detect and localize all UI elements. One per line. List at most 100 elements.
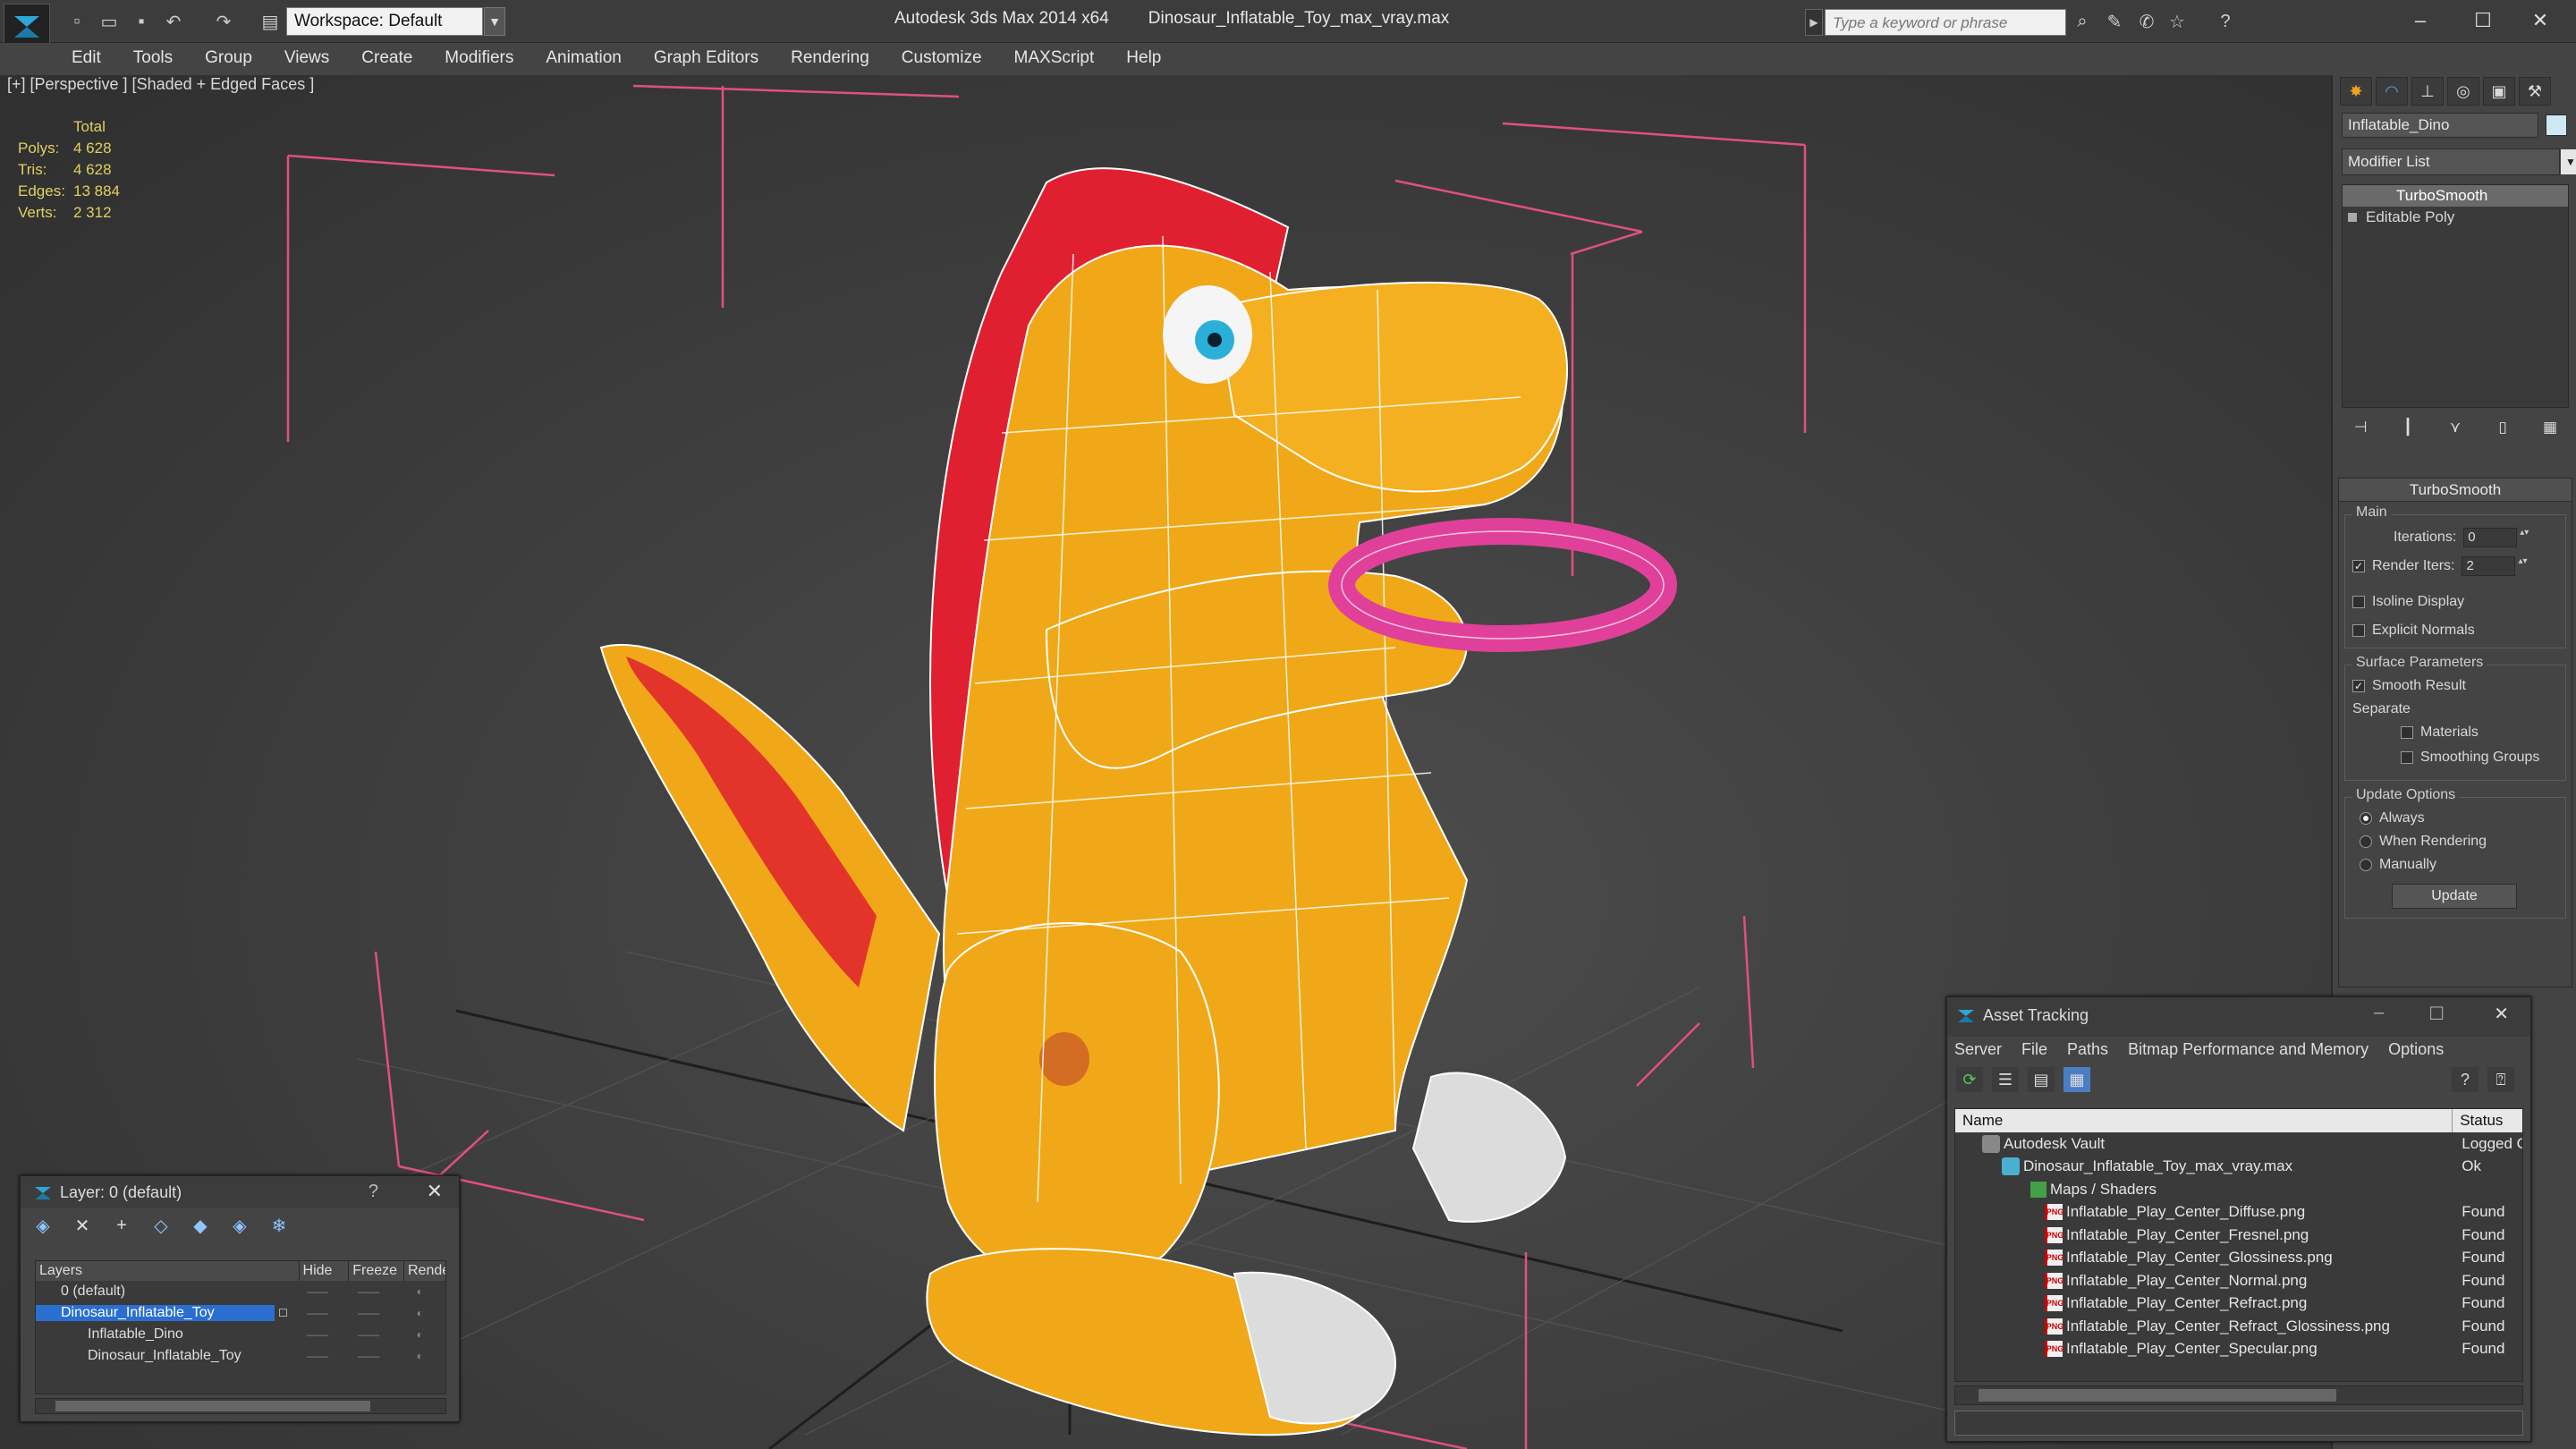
asset-row[interactable]: Autodesk Vault Logged O: [1955, 1132, 2522, 1156]
asset-menu-paths[interactable]: Paths: [2067, 1040, 2108, 1060]
asset-row[interactable]: Dinosaur_Inflatable_Toy_max_vray.max Ok: [1955, 1156, 2522, 1179]
asset-path-field[interactable]: [1954, 1411, 2523, 1436]
help-icon[interactable]: ?: [2452, 1067, 2479, 1092]
render-toggle-icon[interactable]: ◐: [394, 1307, 445, 1319]
menu-customize[interactable]: Customize: [886, 43, 998, 75]
pin-stack-icon[interactable]: ⊣: [2347, 415, 2374, 440]
asset-row[interactable]: PNG Inflatable_Play_Center_Refract.png Fo…: [1955, 1292, 2522, 1316]
layer-row[interactable]: 0 (default) —— —— ◐: [36, 1281, 445, 1302]
asset-row[interactable]: PNG Inflatable_Play_Center_Refract_Glossi…: [1955, 1315, 2522, 1338]
rollout-title[interactable]: TurboSmooth: [2339, 479, 2572, 502]
asset-menu-bitmap-performance[interactable]: Bitmap Performance and Memory: [2128, 1040, 2368, 1060]
chevron-down-icon[interactable]: ▼: [484, 7, 505, 36]
col-name[interactable]: Name: [1955, 1109, 2453, 1132]
asset-row[interactable]: PNG Inflatable_Play_Center_Glossiness.png…: [1955, 1247, 2522, 1270]
show-end-result-icon[interactable]: ┃: [2394, 415, 2421, 440]
materials-checkbox[interactable]: [2401, 726, 2413, 739]
remove-modifier-icon[interactable]: ▯: [2489, 415, 2516, 440]
asset-window-title-bar[interactable]: Asset Tracking – ☐ ✕: [1947, 997, 2530, 1037]
when-rendering-radio[interactable]: [2360, 835, 2372, 848]
chevron-down-icon[interactable]: ▼: [2561, 149, 2576, 174]
render-iters-checkbox[interactable]: ✓: [2352, 560, 2365, 572]
select-in-layer-icon[interactable]: ◇: [149, 1214, 173, 1237]
menu-views[interactable]: Views: [268, 43, 345, 75]
freeze-toggle[interactable]: ——: [343, 1328, 394, 1341]
object-name-input[interactable]: Inflatable_Dino: [2342, 113, 2538, 138]
menu-help[interactable]: Help: [1110, 43, 1177, 75]
modify-tab-icon[interactable]: ◠: [2376, 77, 2408, 106]
menu-maxscript[interactable]: MAXScript: [998, 43, 1111, 75]
workspace-dropdown[interactable]: Workspace: Default ▼: [286, 7, 505, 36]
render-toggle-icon[interactable]: ◐: [394, 1328, 445, 1341]
col-freeze[interactable]: Freeze: [349, 1261, 404, 1281]
close-icon[interactable]: ✕: [427, 1180, 443, 1203]
save-file-icon[interactable]: ▪: [129, 9, 154, 34]
list-view-icon[interactable]: ☰: [1992, 1067, 2019, 1092]
redo-icon[interactable]: ↷: [211, 9, 236, 34]
minimize-button[interactable]: –: [2394, 5, 2447, 36]
favorites-star-icon[interactable]: ☆: [2165, 9, 2190, 34]
render-toggle-icon[interactable]: ◐: [394, 1350, 445, 1362]
table-view-icon[interactable]: ▦: [2063, 1067, 2090, 1092]
col-layers[interactable]: Layers: [36, 1261, 300, 1281]
explicit-normals-checkbox[interactable]: [2352, 624, 2365, 637]
open-file-icon[interactable]: ▭: [97, 9, 122, 34]
undo-icon[interactable]: ↶: [161, 9, 186, 34]
asset-row[interactable]: PNG Inflatable_Play_Center_Diffuse.png Fo…: [1955, 1201, 2522, 1224]
col-render[interactable]: Rende: [404, 1261, 445, 1281]
search-expand-icon[interactable]: ▶: [1805, 9, 1823, 36]
configure-modifier-sets-icon[interactable]: ▦: [2537, 415, 2563, 440]
manually-radio[interactable]: [2360, 859, 2372, 871]
modifier-list-dropdown[interactable]: Modifier List ▼: [2342, 148, 2576, 175]
scrollbar-thumb[interactable]: [1979, 1389, 2336, 1402]
maximize-button[interactable]: ☐: [2456, 5, 2510, 36]
smooth-result-checkbox[interactable]: ✓: [2352, 680, 2365, 692]
binoculars-icon[interactable]: ⌕: [2070, 9, 2095, 34]
render-toggle-icon[interactable]: ◐: [394, 1285, 445, 1298]
close-button[interactable]: ✕: [2513, 5, 2567, 36]
search-input[interactable]: Type a keyword or phrase: [1825, 9, 2066, 36]
always-radio[interactable]: [2360, 812, 2372, 825]
hide-toggle[interactable]: ——: [292, 1328, 343, 1341]
help-icon[interactable]: ?: [369, 1182, 378, 1202]
delete-layer-icon[interactable]: ✕: [71, 1214, 94, 1237]
new-file-icon[interactable]: ▫: [64, 9, 89, 34]
dinosaur-model[interactable]: [599, 167, 1569, 1436]
hide-toggle[interactable]: ——: [292, 1350, 343, 1362]
asset-row[interactable]: PNG Inflatable_Play_Center_Normal.png Fou…: [1955, 1269, 2522, 1292]
layer-row[interactable]: Dinosaur_Inflatable_Toy —— —— ◐: [36, 1345, 445, 1367]
stack-item-editable-poly[interactable]: Editable Poly: [2343, 207, 2568, 228]
context-help-icon[interactable]: ⍰: [2487, 1067, 2514, 1092]
hide-all-layers-icon[interactable]: ◈: [228, 1214, 251, 1237]
layer-row[interactable]: Inflatable_Dino —— —— ◐: [36, 1324, 445, 1345]
project-folder-icon[interactable]: ▤: [258, 9, 283, 34]
subscription-icon[interactable]: ✎: [2102, 9, 2127, 34]
freeze-toggle[interactable]: ——: [343, 1350, 394, 1362]
scrollbar-thumb[interactable]: [55, 1401, 370, 1411]
menu-tools[interactable]: Tools: [117, 43, 189, 75]
hide-toggle[interactable]: ——: [292, 1285, 343, 1298]
asset-horizontal-scrollbar[interactable]: [1954, 1385, 2523, 1405]
asset-row[interactable]: PNG Inflatable_Play_Center_Fresnel.png Fo…: [1955, 1224, 2522, 1247]
freeze-toggle[interactable]: ——: [343, 1285, 394, 1298]
menu-create[interactable]: Create: [345, 43, 428, 75]
expand-icon[interactable]: [2348, 213, 2357, 222]
create-layer-icon[interactable]: ◈: [31, 1214, 55, 1237]
close-icon[interactable]: ✕: [2494, 1003, 2509, 1025]
smoothing-groups-checkbox[interactable]: [2401, 751, 2413, 764]
menu-rendering[interactable]: Rendering: [775, 43, 886, 75]
layer-window-title-bar[interactable]: Layer: 0 (default) ? ✕: [21, 1176, 459, 1208]
communication-icon[interactable]: ✆: [2134, 9, 2159, 34]
add-to-layer-icon[interactable]: +: [110, 1214, 133, 1237]
iterations-spinner[interactable]: 0: [2463, 528, 2530, 547]
col-hide[interactable]: Hide: [300, 1261, 350, 1281]
create-tab-icon[interactable]: ✸: [2340, 77, 2372, 106]
make-unique-icon[interactable]: ⋎: [2442, 415, 2469, 440]
utilities-tab-icon[interactable]: ⚒: [2519, 77, 2551, 106]
asset-menu-server[interactable]: Server: [1954, 1040, 2002, 1060]
viewport-label[interactable]: [+] [Perspective ] [Shaded + Edged Faces…: [7, 75, 314, 94]
render-iters-spinner[interactable]: 2: [2462, 556, 2529, 576]
menu-animation[interactable]: Animation: [530, 43, 638, 75]
asset-menu-file[interactable]: File: [2021, 1040, 2047, 1060]
help-icon[interactable]: ?: [2213, 9, 2238, 34]
